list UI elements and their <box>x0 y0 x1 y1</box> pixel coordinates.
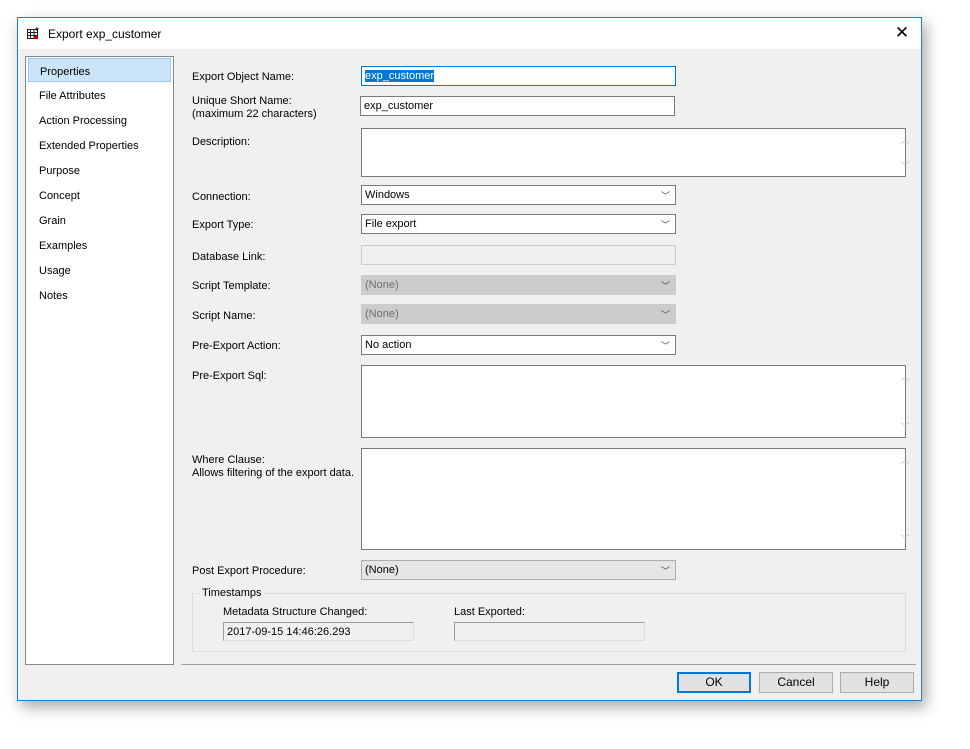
database-link-input[interactable] <box>361 245 676 265</box>
where-clause-textarea[interactable]: ︿ ﹀ <box>361 448 910 550</box>
where-clause-note: Allows filtering of the export data. <box>192 467 355 479</box>
scrollbar[interactable]: ︿ ﹀ <box>888 129 909 176</box>
unique-short-name-note: (maximum 22 characters) <box>192 108 317 120</box>
scrollbar[interactable]: ︿ ﹀ <box>888 366 909 437</box>
export-type-select[interactable]: File export ﹀ <box>361 214 676 234</box>
sidebar-item-properties[interactable]: Properties <box>28 58 171 82</box>
scroll-down-icon[interactable]: ﹀ <box>897 159 914 172</box>
post-export-procedure-value: (None) <box>365 564 399 576</box>
export-dialog: Export exp_customer ✕ Properties File At… <box>17 17 922 701</box>
scroll-up-icon[interactable]: ︿ <box>897 453 914 466</box>
chevron-down-icon: ﹀ <box>660 220 670 230</box>
sidebar-item-concept[interactable]: Concept <box>28 183 171 207</box>
ok-button[interactable]: OK <box>677 672 751 693</box>
scroll-down-icon[interactable]: ﹀ <box>897 532 914 545</box>
script-name-value: (None) <box>365 308 399 320</box>
sidebar-item-examples[interactable]: Examples <box>28 233 171 257</box>
metadata-changed-value: 2017-09-15 14:46:26.293 <box>223 622 414 641</box>
connection-select[interactable]: Windows ﹀ <box>361 185 676 205</box>
script-name-label: Script Name: <box>192 310 256 322</box>
export-object-name-input[interactable]: exp_customer <box>361 66 676 86</box>
dialog-title: Export exp_customer <box>48 27 162 41</box>
pre-export-action-value: No action <box>365 339 412 351</box>
scroll-down-icon[interactable]: ﹀ <box>897 420 914 433</box>
sidebar-item-extended-properties[interactable]: Extended Properties <box>28 133 171 157</box>
pre-export-sql-label: Pre-Export Sql: <box>192 370 267 382</box>
post-export-procedure-label: Post Export Procedure: <box>192 565 306 577</box>
pre-export-action-select[interactable]: No action ﹀ <box>361 335 676 355</box>
cancel-button[interactable]: Cancel <box>759 672 833 693</box>
where-clause-label: Where Clause: <box>192 454 265 466</box>
unique-short-name-label: Unique Short Name: <box>192 95 292 107</box>
help-button[interactable]: Help <box>840 672 914 693</box>
sidebar-item-grain[interactable]: Grain <box>28 208 171 232</box>
database-link-label: Database Link: <box>192 251 266 263</box>
chevron-down-icon: ﹀ <box>660 310 670 320</box>
chevron-down-icon: ﹀ <box>660 341 670 351</box>
unique-short-name-input[interactable]: exp_customer <box>360 96 675 116</box>
timestamps-title: Timestamps <box>200 587 264 599</box>
scrollbar[interactable]: ︿ ﹀ <box>888 449 909 549</box>
chevron-down-icon: ﹀ <box>660 566 670 576</box>
description-label: Description: <box>192 136 251 148</box>
metadata-changed-label: Metadata Structure Changed: <box>223 606 368 618</box>
connection-value: Windows <box>365 189 410 201</box>
export-type-label: Export Type: <box>192 219 254 231</box>
script-template-value: (None) <box>365 279 399 291</box>
scroll-up-icon[interactable]: ︿ <box>897 133 914 146</box>
connection-label: Connection: <box>192 191 251 203</box>
sidebar-item-purpose[interactable]: Purpose <box>28 158 171 182</box>
post-export-procedure-select[interactable]: (None) ﹀ <box>361 560 676 580</box>
scroll-up-icon[interactable]: ︿ <box>897 370 914 383</box>
sidebar-item-notes[interactable]: Notes <box>28 283 171 307</box>
divider <box>181 664 916 665</box>
script-name-select[interactable]: (None) ﹀ <box>361 304 676 324</box>
timestamps-group: Timestamps Metadata Structure Changed: 2… <box>192 587 906 652</box>
sidebar-item-action-processing[interactable]: Action Processing <box>28 108 171 132</box>
selected-text: exp_customer <box>365 70 435 82</box>
pre-export-sql-textarea[interactable]: ︿ ﹀ <box>361 365 910 438</box>
last-exported-label: Last Exported: <box>454 606 525 618</box>
script-template-select[interactable]: (None) ﹀ <box>361 275 676 295</box>
export-object-name-label: Export Object Name: <box>192 71 295 83</box>
table-export-icon <box>27 27 39 39</box>
chevron-down-icon: ﹀ <box>660 191 670 201</box>
script-template-label: Script Template: <box>192 280 271 292</box>
sidebar-item-file-attributes[interactable]: File Attributes <box>28 83 171 107</box>
description-textarea[interactable]: ︿ ﹀ <box>361 128 910 177</box>
last-exported-value <box>454 622 645 641</box>
sidebar-item-usage[interactable]: Usage <box>28 258 171 282</box>
pre-export-action-label: Pre-Export Action: <box>192 340 281 352</box>
export-type-value: File export <box>365 218 417 230</box>
sidebar-nav: Properties File Attributes Action Proces… <box>25 56 174 665</box>
close-icon[interactable]: ✕ <box>891 22 913 44</box>
title-bar: Export exp_customer ✕ <box>18 18 921 49</box>
chevron-down-icon: ﹀ <box>660 281 670 291</box>
